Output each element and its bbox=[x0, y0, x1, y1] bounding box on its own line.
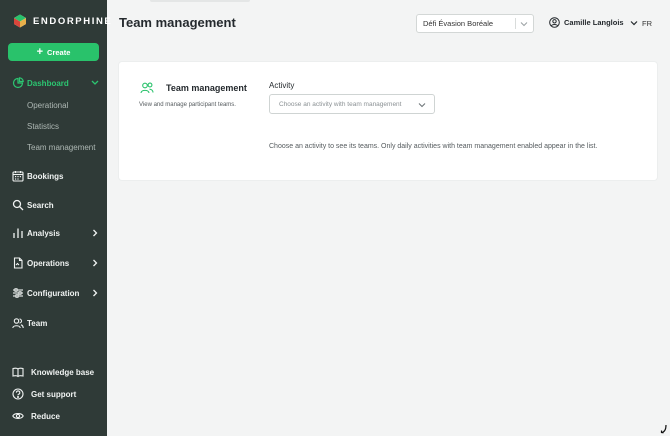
organization-select-value: Défi Évasion Boréale bbox=[423, 19, 494, 28]
users-icon bbox=[140, 82, 154, 94]
users-icon bbox=[12, 318, 24, 329]
chevron-right-icon bbox=[93, 259, 98, 267]
chevron-down-icon bbox=[520, 22, 528, 27]
sidebar-item-get-support[interactable]: Get support bbox=[0, 386, 107, 402]
sidebar-item-dashboard[interactable]: Dashboard bbox=[0, 74, 107, 92]
corner-arrow-icon bbox=[660, 424, 667, 434]
user-name: Camille Langlois bbox=[564, 18, 624, 27]
sidebar-item-label: Bookings bbox=[27, 171, 64, 181]
sidebar-item-team[interactable]: Team bbox=[0, 314, 107, 332]
top-edge-shadow bbox=[150, 0, 250, 2]
chevron-down-icon bbox=[418, 103, 426, 108]
chevron-down-icon bbox=[91, 80, 99, 85]
user-circle-icon bbox=[549, 17, 560, 28]
logo-mark-icon bbox=[14, 14, 26, 28]
sidebar-item-label: Operations bbox=[27, 258, 70, 268]
create-button-label: Create bbox=[47, 47, 71, 57]
card-description: View and manage participant teams. bbox=[139, 102, 236, 108]
language-switcher[interactable]: FR bbox=[642, 19, 652, 28]
sidebar-item-label: Analysis bbox=[27, 228, 60, 238]
organization-select[interactable]: Défi Évasion Boréale bbox=[416, 14, 534, 33]
logo[interactable]: ENDORPHINE bbox=[13, 14, 112, 28]
select-divider bbox=[515, 18, 516, 29]
sidebar: ENDORPHINE + Create Dashboard Operationa… bbox=[0, 0, 111, 436]
document-icon bbox=[13, 257, 23, 269]
page-title: Team management bbox=[119, 15, 236, 30]
book-icon bbox=[12, 367, 24, 378]
sidebar-item-bookings[interactable]: Bookings bbox=[0, 167, 107, 185]
eye-icon bbox=[12, 413, 24, 419]
chevron-right-icon bbox=[93, 289, 98, 297]
sidebar-item-label: Reduce bbox=[31, 411, 60, 421]
sidebar-item-label: Search bbox=[27, 200, 54, 210]
sidebar-item-label: Knowledge base bbox=[31, 367, 95, 377]
sidebar-item-analysis[interactable]: Analysis bbox=[0, 224, 107, 242]
sidebar-item-label: Configuration bbox=[27, 288, 80, 298]
activity-select-placeholder: Choose an activity with team management bbox=[279, 100, 402, 108]
create-button[interactable]: + Create bbox=[8, 43, 99, 61]
empty-state-hint: Choose an activity to see its teams. Onl… bbox=[269, 143, 598, 150]
user-menu[interactable]: Camille Langlois bbox=[549, 17, 638, 28]
search-icon bbox=[12, 199, 24, 211]
plus-icon: + bbox=[36, 45, 44, 58]
activity-select[interactable]: Choose an activity with team management bbox=[269, 94, 435, 114]
sidebar-item-label: Team bbox=[27, 318, 48, 328]
sidebar-item-knowledge-base[interactable]: Knowledge base bbox=[0, 364, 107, 380]
sidebar-subitem-operational[interactable]: Operational bbox=[27, 101, 68, 110]
sidebar-item-configuration[interactable]: Configuration bbox=[0, 284, 107, 302]
bar-chart-icon bbox=[13, 228, 23, 238]
calendar-icon bbox=[12, 171, 24, 182]
sidebar-item-operations[interactable]: Operations bbox=[0, 254, 107, 272]
sidebar-item-reduce[interactable]: Reduce bbox=[0, 408, 107, 424]
sidebar-item-label: Dashboard bbox=[27, 78, 69, 88]
sidebar-item-search[interactable]: Search bbox=[0, 196, 107, 214]
sidebar-item-label: Get support bbox=[31, 389, 77, 399]
card-title: Team management bbox=[166, 83, 247, 93]
sliders-icon bbox=[13, 288, 23, 298]
chevron-right-icon bbox=[93, 229, 98, 237]
activity-label: Activity bbox=[269, 81, 295, 90]
help-circle-icon bbox=[12, 388, 24, 400]
sidebar-subitem-statistics[interactable]: Statistics bbox=[27, 122, 59, 131]
chevron-down-icon bbox=[630, 20, 638, 25]
chart-pie-icon bbox=[12, 77, 24, 89]
logo-text: ENDORPHINE bbox=[33, 15, 113, 27]
sidebar-subitem-team-management[interactable]: Team management bbox=[27, 143, 95, 152]
team-management-card: Team management View and manage particip… bbox=[119, 62, 657, 180]
